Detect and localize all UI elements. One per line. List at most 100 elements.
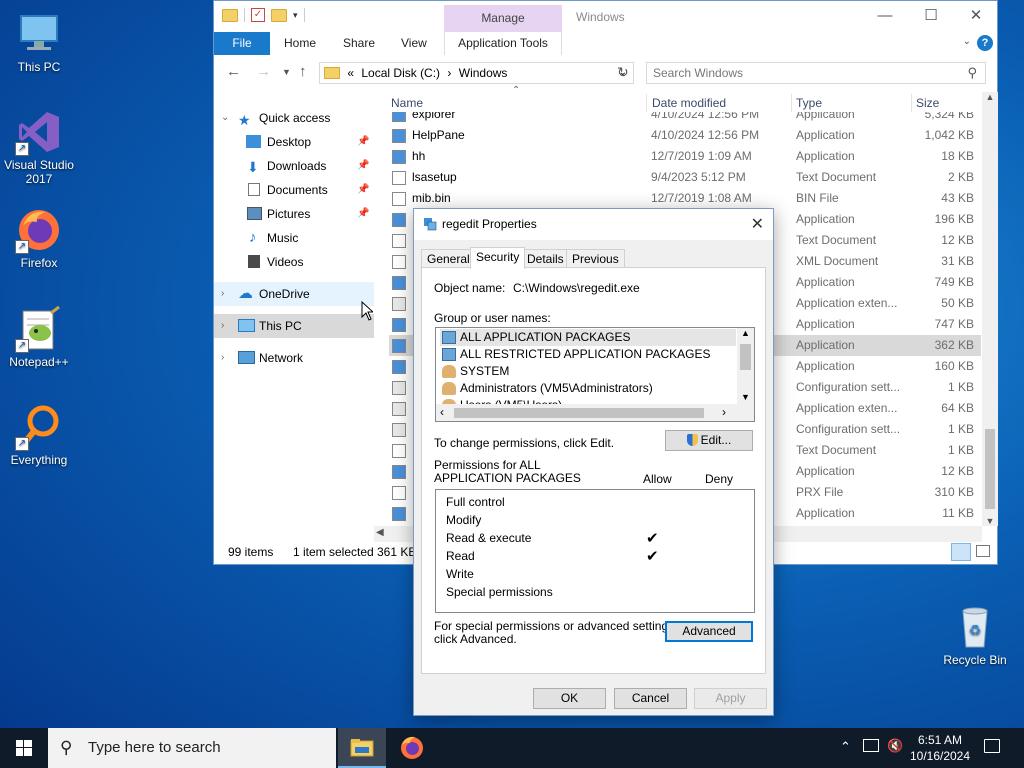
maximize-icon[interactable]: ☐ xyxy=(908,5,954,27)
search-input[interactable]: Search Windows ⚲ xyxy=(646,62,986,84)
tab-details[interactable]: Details xyxy=(521,249,570,268)
advanced-button[interactable]: Advanced xyxy=(665,621,753,642)
tab-application-tools[interactable]: Application Tools xyxy=(444,32,562,55)
desktop-icon-notepad-plus-plus[interactable]: ↗ Notepad++ xyxy=(0,305,78,369)
scroll-up-icon[interactable]: ▲ xyxy=(737,328,754,338)
table-row[interactable]: hh 12/7/2019 1:09 AM Application 18 KB xyxy=(389,146,981,167)
start-button[interactable] xyxy=(0,728,48,768)
object-name-value: C:\Windows\regedit.exe xyxy=(513,281,640,295)
list-vertical-scrollbar[interactable]: ▲ ▼ xyxy=(737,328,754,404)
window-title: Windows xyxy=(576,10,625,24)
recent-locations-icon[interactable]: ▼ xyxy=(282,67,291,77)
scroll-right-icon[interactable]: › xyxy=(722,405,726,419)
breadcrumb-windows[interactable]: Windows xyxy=(459,66,508,80)
volume-muted-icon[interactable]: 🔇 xyxy=(887,738,903,754)
allow-column-header: Allow xyxy=(643,472,672,486)
desktop-icon-visual-studio[interactable]: ↗ Visual Studio 2017 xyxy=(0,108,78,186)
properties-check-icon[interactable]: ✓ xyxy=(251,8,265,22)
details-view-icon[interactable] xyxy=(951,543,971,561)
refresh-icon[interactable]: ↻ xyxy=(617,64,629,81)
manage-context-tab[interactable]: Manage xyxy=(444,5,562,32)
column-header-date[interactable]: Date modified xyxy=(652,96,726,112)
desktop-icon-label: Visual Studio 2017 xyxy=(4,158,74,186)
taskbar-search-box[interactable]: ⚲ Type here to search xyxy=(48,728,336,768)
file-name: HelpPane xyxy=(412,128,465,142)
tab-view[interactable]: View xyxy=(401,32,427,55)
clock-time: 6:51 AM xyxy=(917,733,963,747)
folder-icon[interactable] xyxy=(222,8,238,22)
desktop-icon-firefox[interactable]: ↗ Firefox xyxy=(0,206,78,270)
back-arrow-icon[interactable]: ← xyxy=(226,63,241,80)
search-icon: ⚲ xyxy=(60,738,73,757)
file-type-icon xyxy=(392,444,406,458)
file-type: Application xyxy=(796,506,855,520)
expand-ribbon-icon[interactable]: ⌄ xyxy=(963,36,971,47)
group-user-list[interactable]: ALL APPLICATION PACKAGES ALL RESTRICTED … xyxy=(435,327,755,422)
table-row[interactable]: mib.bin 12/7/2019 1:08 AM BIN File 43 KB xyxy=(389,188,981,209)
show-hidden-icons-icon[interactable]: ⌃ xyxy=(840,739,851,755)
desktop-icon-everything[interactable]: ↗ Everything xyxy=(0,403,78,467)
taskbar-file-explorer[interactable] xyxy=(338,728,386,768)
windows-logo-icon xyxy=(16,740,32,756)
tab-share[interactable]: Share xyxy=(343,32,375,55)
cancel-button[interactable]: Cancel xyxy=(614,688,687,709)
file-date: 12/7/2019 1:08 AM xyxy=(651,191,752,205)
breadcrumb-prefix[interactable]: « xyxy=(347,66,354,80)
scroll-thumb[interactable] xyxy=(740,344,751,370)
list-item[interactable]: ALL RESTRICTED APPLICATION PACKAGES xyxy=(440,346,711,363)
file-name: lsasetup xyxy=(412,170,457,184)
column-header-type[interactable]: Type xyxy=(796,96,822,112)
breadcrumb-local-disk[interactable]: Local Disk (C:) xyxy=(361,66,440,80)
table-row[interactable]: HelpPane 4/10/2024 12:56 PM Application 1,0… xyxy=(389,125,981,146)
tab-general[interactable]: General xyxy=(421,249,476,268)
network-icon[interactable] xyxy=(863,739,879,752)
notifications-icon[interactable] xyxy=(984,739,1000,753)
edit-button[interactable]: Edit... xyxy=(665,430,753,451)
list-horizontal-scrollbar[interactable]: ‹ › xyxy=(436,404,754,421)
close-icon[interactable]: ✕ xyxy=(751,214,764,234)
help-icon[interactable]: ? xyxy=(977,35,993,51)
customize-toolbar-icon[interactable]: ▾ xyxy=(293,10,298,21)
tab-file[interactable]: File xyxy=(214,32,270,55)
desktop-icon-recycle-bin[interactable]: ♻ Recycle Bin xyxy=(936,603,1014,667)
scroll-down-icon[interactable]: ▼ xyxy=(982,516,998,526)
group-name: ALL RESTRICTED APPLICATION PACKAGES xyxy=(460,347,711,361)
file-size: 362 KB xyxy=(934,338,974,352)
folder-icon xyxy=(324,67,340,79)
file-size: 747 KB xyxy=(934,317,974,331)
scroll-left-icon[interactable]: ‹ xyxy=(440,405,444,419)
close-icon[interactable]: ✕ xyxy=(953,5,999,27)
apply-button[interactable]: Apply xyxy=(694,688,767,709)
taskbar-firefox[interactable] xyxy=(388,728,436,768)
scroll-thumb[interactable] xyxy=(985,429,995,509)
tab-previous-versions[interactable]: Previous Versions xyxy=(566,249,625,284)
list-item[interactable]: ALL APPLICATION PACKAGES xyxy=(440,329,736,346)
vertical-scrollbar[interactable]: ▲ ▼ xyxy=(982,92,998,526)
up-arrow-icon[interactable]: ↑ xyxy=(299,63,307,80)
tab-home[interactable]: Home xyxy=(284,32,316,55)
file-size: 1 KB xyxy=(947,443,974,457)
column-divider xyxy=(646,94,647,112)
scroll-thumb[interactable] xyxy=(454,408,704,418)
minimize-icon[interactable]: — xyxy=(862,5,908,27)
scroll-up-icon[interactable]: ▲ xyxy=(982,92,998,102)
forward-arrow-icon[interactable]: → xyxy=(256,63,271,80)
scroll-down-icon[interactable]: ▼ xyxy=(737,392,754,402)
large-icons-view-icon[interactable] xyxy=(976,545,990,557)
scroll-left-icon[interactable]: ◀ xyxy=(376,527,384,538)
list-item[interactable]: Administrators (VM5\Administrators) xyxy=(440,380,653,397)
table-row[interactable]: lsasetup 9/4/2023 5:12 PM Text Document 2 K… xyxy=(389,167,981,188)
clock-date: 10/16/2024 xyxy=(909,749,971,763)
clock[interactable]: 6:51 AM 10/16/2024 xyxy=(908,732,972,764)
list-item[interactable]: SYSTEM xyxy=(440,363,509,380)
address-bar[interactable]: « Local Disk (C:) › Windows ⌄ xyxy=(319,62,634,84)
permission-name: Read & execute xyxy=(446,531,532,545)
column-header-name[interactable]: Name xyxy=(391,96,423,112)
column-header-size[interactable]: Size xyxy=(916,96,939,112)
new-folder-icon[interactable] xyxy=(271,8,287,22)
ok-button[interactable]: OK xyxy=(533,688,606,709)
table-row[interactable]: explorer 4/10/2024 12:56 PM Application 5,3… xyxy=(389,112,981,125)
tab-security[interactable]: Security xyxy=(470,247,526,269)
desktop-icon-this-pc[interactable]: This PC xyxy=(0,10,78,74)
permission-row: Read & execute xyxy=(446,529,531,547)
